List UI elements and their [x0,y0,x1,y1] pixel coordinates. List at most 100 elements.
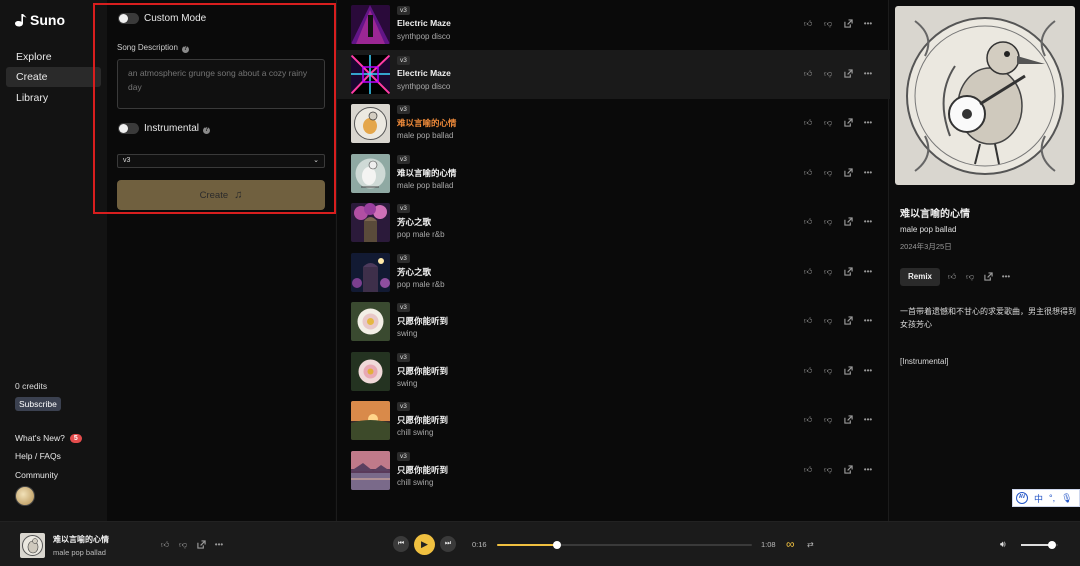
more-icon[interactable]: ••• [861,415,875,425]
share-icon[interactable] [841,19,855,29]
song-style[interactable]: chill swing [397,428,433,437]
thumbs-up-icon[interactable]: 👍︎ [801,415,815,425]
share-icon[interactable] [841,266,855,277]
help-faqs-link[interactable]: Help / FAQs [15,451,61,461]
thumbs-up-icon[interactable]: 👍︎ [801,217,815,227]
song-style[interactable]: male pop ballad [397,131,453,140]
more-icon[interactable]: ••• [861,465,875,475]
volume-handle[interactable] [1048,541,1057,549]
song-style[interactable]: swing [397,329,417,338]
shuffle-icon[interactable]: ⇄ [807,540,814,549]
more-icon[interactable]: ••• [861,366,875,376]
song-row[interactable]: v3 难以言喻的心情 male pop ballad 👍︎ 👎︎ ••• [337,99,890,148]
microphone-icon[interactable]: 🎙︎ [1061,493,1072,504]
more-icon[interactable]: ••• [861,168,875,178]
remix-button[interactable]: Remix [900,268,940,286]
thumbs-down-icon[interactable]: 👎︎ [821,415,835,425]
ime-lang[interactable]: 中 [1034,492,1043,505]
song-cover-art[interactable] [351,54,390,94]
song-style[interactable]: chill swing [397,478,433,487]
song-row[interactable]: v3 Electric Maze synthpop disco 👍︎ 👎︎ ••• [337,49,890,99]
more-icon[interactable]: ••• [861,217,875,227]
thumbs-up-icon[interactable]: 👍︎ [801,168,815,178]
thumbs-up-icon[interactable]: 👍︎ [801,267,815,277]
thumbs-up-icon[interactable]: 👍︎ [801,366,815,376]
song-cover-art[interactable] [351,252,390,292]
song-cover-art[interactable] [351,401,390,440]
subscribe-button[interactable]: Subscribe [15,397,61,411]
song-cover-art[interactable] [351,302,390,341]
song-style[interactable]: male pop ballad [397,181,453,190]
previous-track-button[interactable]: ⏮︎ [393,536,409,552]
more-icon[interactable]: ••• [861,69,875,79]
progress-handle[interactable] [552,541,561,549]
volume-icon[interactable]: 🔊︎ [1000,539,1006,550]
song-cover-art[interactable] [351,153,390,193]
thumbs-down-icon[interactable]: 👎︎ [821,465,835,475]
thumbs-up-icon[interactable]: 👍︎ [801,19,815,29]
thumbs-up-icon[interactable]: 👍︎ [158,540,172,550]
thumbs-up-icon[interactable]: 👍︎ [801,465,815,475]
share-icon[interactable] [841,464,855,475]
song-title[interactable]: 难以言喻的心情 [397,117,457,129]
nav-library[interactable]: Library [6,88,101,108]
song-row[interactable]: v3 芳心之歌 pop male r&b 👍︎ 👎︎ ••• [337,198,890,247]
song-row[interactable]: v3 只愿你能听到 chill swing 👍︎ 👎︎ ••• [337,446,890,495]
play-button[interactable]: ▶︎ [414,534,435,555]
song-style[interactable]: synthpop disco [397,32,450,41]
thumbs-up-icon[interactable]: 👍︎ [801,316,815,326]
song-title[interactable]: 只愿你能听到 [397,464,448,476]
song-cover-art[interactable] [351,203,390,242]
song-title[interactable]: Electric Maze [397,68,451,78]
song-style[interactable]: pop male r&b [397,230,445,239]
song-title[interactable]: 只愿你能听到 [397,315,448,327]
song-row[interactable]: v3 难以言喻的心情 male pop ballad 👍︎ 👎︎ ••• [337,149,890,198]
share-icon[interactable] [194,540,208,550]
thumbs-up-icon[interactable]: 👍︎ [801,69,815,79]
song-style[interactable]: synthpop disco [397,82,450,91]
song-row[interactable]: v3 Electric Maze synthpop disco 👍︎ 👎︎ ••• [337,0,890,49]
more-icon[interactable]: ••• [861,19,875,29]
suno-logo[interactable]: Suno [14,12,65,28]
thumbs-down-icon[interactable]: 👎︎ [821,217,835,227]
community-link[interactable]: Community [15,470,58,480]
song-row[interactable]: v3 只愿你能听到 swing 👍︎ 👎︎ ••• [337,347,890,396]
song-cover-art[interactable] [351,450,390,490]
next-track-button[interactable]: ⏭︎ [440,536,456,552]
song-cover-art[interactable] [351,5,390,44]
thumbs-down-icon[interactable]: 👎︎ [821,118,835,128]
nav-create[interactable]: Create [6,67,101,87]
song-style[interactable]: pop male r&b [397,280,445,289]
song-cover-art[interactable] [351,104,390,143]
thumbs-down-icon[interactable]: 👎︎ [821,366,835,376]
share-icon[interactable] [841,118,855,128]
song-title[interactable]: 难以言喻的心情 [397,167,457,179]
thumbs-down-icon[interactable]: 👎︎ [821,168,835,178]
song-title[interactable]: 芳心之歌 [397,266,431,278]
song-title[interactable]: 只愿你能听到 [397,365,448,377]
song-title[interactable]: 芳心之歌 [397,216,431,228]
nav-explore[interactable]: Explore [6,47,101,67]
ime-punct-icon[interactable]: °, [1049,493,1055,503]
more-icon[interactable]: ••• [861,316,875,326]
thumbs-down-icon[interactable]: 👎︎ [821,316,835,326]
thumbs-up-icon[interactable]: 👍︎ [801,118,815,128]
song-title[interactable]: 只愿你能听到 [397,414,448,426]
share-icon[interactable] [841,217,855,227]
song-cover-art[interactable] [351,351,390,391]
thumbs-down-icon[interactable]: 👎︎ [821,19,835,29]
share-icon[interactable] [981,272,995,282]
share-icon[interactable] [841,316,855,326]
user-avatar[interactable] [15,486,35,506]
thumbs-down-icon[interactable]: 👎︎ [821,69,835,79]
share-icon[interactable] [841,415,855,425]
thumbs-down-icon[interactable]: 👎︎ [963,272,977,282]
song-row[interactable]: v3 只愿你能听到 chill swing 👍︎ 👎︎ ••• [337,396,890,445]
whats-new-link[interactable]: What's New? 5 [15,433,82,443]
ime-toolbar[interactable]: AV 中 °, 🎙︎ [1012,489,1080,507]
song-row[interactable]: v3 芳心之歌 pop male r&b 👍︎ 👎︎ ••• [337,248,890,297]
share-icon[interactable] [841,365,855,376]
more-icon[interactable]: ••• [861,118,875,128]
volume-slider[interactable] [1021,541,1058,549]
song-style[interactable]: swing [397,379,417,388]
